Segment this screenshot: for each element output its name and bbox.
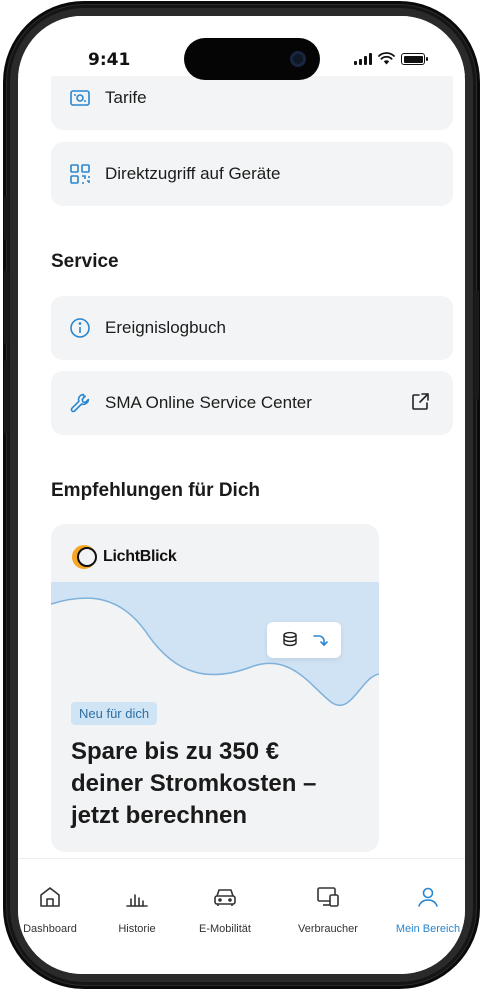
menu-item-label: Tarife — [105, 88, 147, 107]
side-button-power — [474, 290, 479, 400]
tab-historie[interactable]: Historie — [97, 883, 177, 936]
camera-icon — [290, 51, 306, 67]
bar-chart-icon — [123, 883, 151, 911]
scroll-content[interactable]: Tarife Direktzugriff auf Geräte Service — [18, 16, 465, 974]
tab-label: Verbraucher — [298, 923, 358, 935]
savings-chip — [267, 622, 341, 658]
info-icon — [69, 317, 91, 339]
dynamic-island — [184, 38, 320, 80]
tab-label: E-Mobilität — [199, 923, 251, 935]
side-button-volume-up — [4, 270, 9, 344]
coins-icon — [281, 631, 299, 653]
card-headline[interactable]: Spare bis zu 350 € deiner Stromkosten – … — [71, 736, 351, 832]
status-time: 9:41 — [88, 50, 131, 70]
status-bar: 9:41 — [18, 16, 465, 80]
arrow-down-right-icon — [311, 631, 329, 653]
section-title-service: Service — [51, 251, 119, 272]
tab-mein-bereich[interactable]: Mein Bereich — [388, 883, 465, 936]
side-button-action — [4, 196, 9, 240]
section-title-recommendations: Empfehlungen für Dich — [51, 480, 260, 501]
car-icon — [211, 883, 239, 911]
bottom-tab-bar: Dashboard Historie E-Mobilität Verbrauch… — [18, 858, 465, 974]
tab-label: Historie — [118, 923, 156, 935]
menu-item-ereignislogbuch[interactable]: Ereignislogbuch — [51, 296, 453, 360]
tab-e-mobilitaet[interactable]: E-Mobilität — [185, 883, 265, 936]
tab-label: Dashboard — [23, 923, 77, 935]
cellular-signal-icon — [354, 53, 372, 65]
tab-dashboard[interactable]: Dashboard — [18, 883, 90, 936]
menu-item-label: SMA Online Service Center — [105, 393, 312, 412]
menu-item-label: Ereignislogbuch — [105, 318, 226, 337]
devices-icon — [314, 883, 342, 911]
brand-name: LichtBlick — [103, 548, 177, 565]
menu-item-label: Direktzugriff auf Geräte — [105, 164, 281, 183]
menu-item-sma-online-service-center[interactable]: SMA Online Service Center — [51, 371, 453, 435]
wifi-icon — [378, 50, 395, 69]
user-icon — [414, 883, 442, 911]
recommendation-card[interactable]: LichtBlick Neu für dich Spare bis zu 350… — [51, 524, 379, 852]
external-link-icon — [409, 391, 431, 413]
battery-icon — [401, 53, 428, 65]
tab-label: Mein Bereich — [395, 923, 461, 935]
tariff-icon — [69, 87, 91, 109]
tab-verbraucher[interactable]: Verbraucher — [288, 883, 368, 936]
home-icon — [36, 883, 64, 911]
new-badge: Neu für dich — [71, 702, 158, 725]
lichtblick-logo-icon — [71, 544, 97, 570]
phone-screen: Tarife Direktzugriff auf Geräte Service — [18, 16, 465, 974]
wrench-icon — [69, 392, 91, 414]
menu-item-direktzugriff[interactable]: Direktzugriff auf Geräte — [51, 142, 453, 206]
brand-logo: LichtBlick — [71, 544, 177, 570]
status-icons — [354, 50, 428, 69]
qr-code-icon — [69, 163, 91, 185]
side-button-volume-down — [4, 360, 9, 434]
